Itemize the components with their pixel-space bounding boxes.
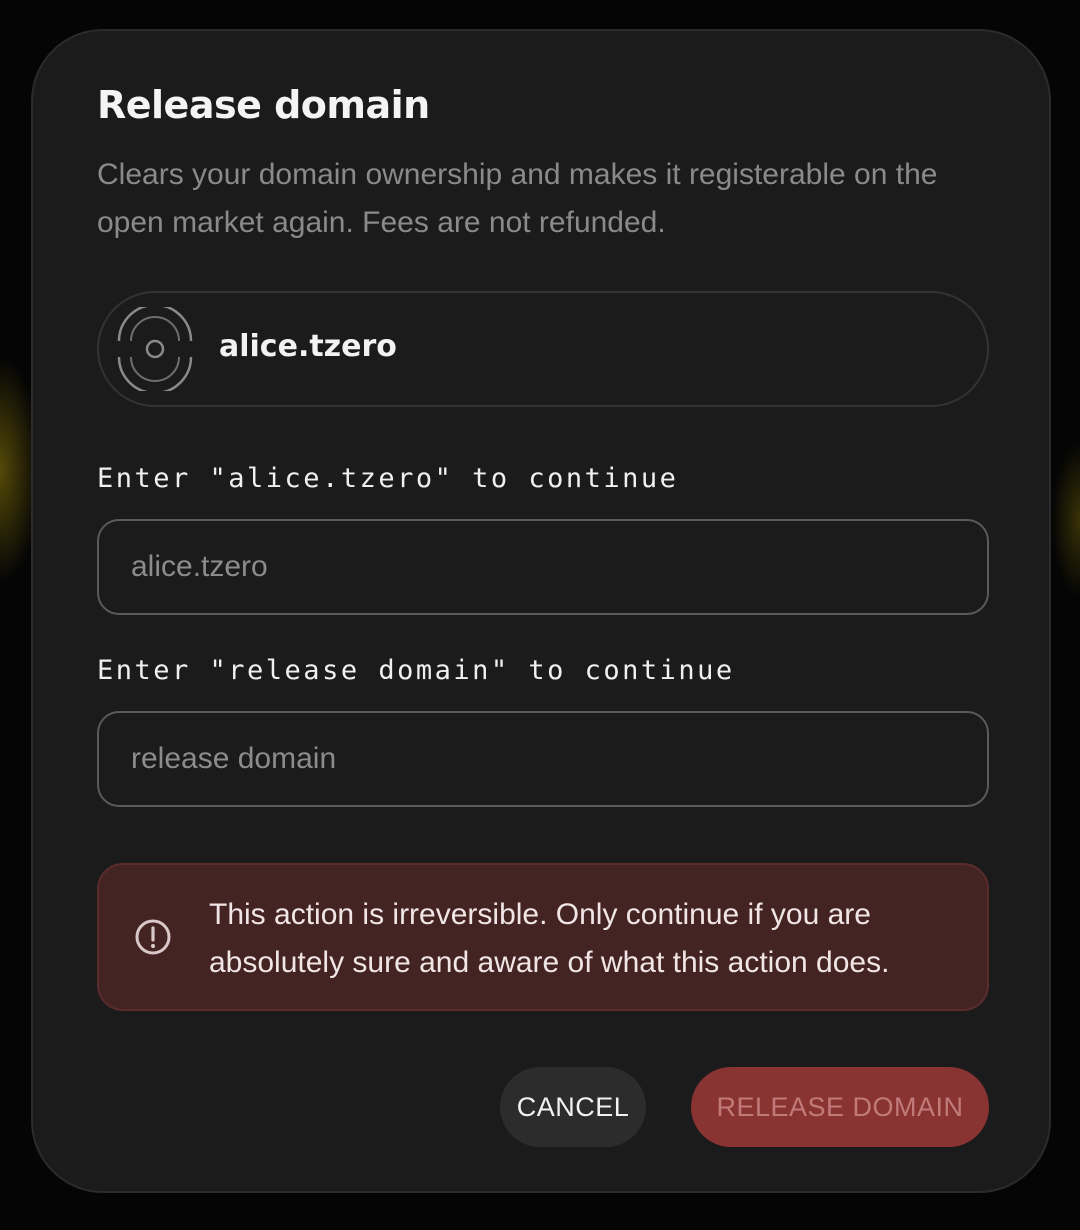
dialog-description: Clears your domain ownership and makes i… — [97, 158, 938, 239]
dialog-title: Release domain — [97, 83, 430, 127]
domain-name: alice.tzero — [219, 329, 397, 364]
warning-text: This action is irreversible. Only contin… — [209, 898, 890, 979]
alert-circle-icon — [135, 919, 171, 955]
phrase-confirm-input[interactable] — [97, 711, 989, 807]
domain-avatar-icon — [117, 307, 193, 391]
domain-confirm-input[interactable] — [97, 519, 989, 615]
domain-chip: alice.tzero — [97, 291, 989, 407]
domain-confirm-label: Enter "alice.tzero" to continue — [97, 463, 679, 494]
cancel-button[interactable]: CANCEL — [500, 1067, 646, 1147]
release-domain-dialog: Release domain Clears your domain owners… — [31, 29, 1051, 1193]
release-domain-button[interactable]: RELEASE DOMAIN — [691, 1067, 989, 1147]
irreversible-warning: This action is irreversible. Only contin… — [97, 863, 989, 1011]
phrase-confirm-label: Enter "release domain" to continue — [97, 655, 735, 686]
